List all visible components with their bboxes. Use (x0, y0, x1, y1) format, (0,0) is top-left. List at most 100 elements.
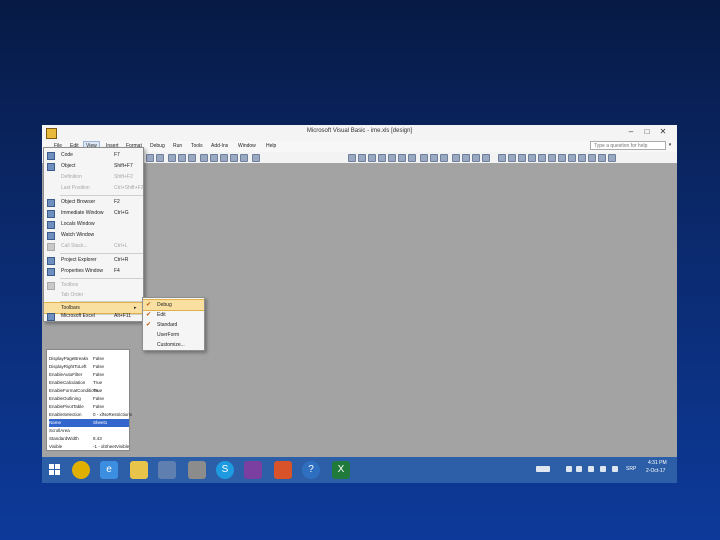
outdent-icon[interactable] (358, 154, 366, 162)
previous-bookmark-icon[interactable] (472, 154, 480, 162)
step-out-icon[interactable] (558, 154, 566, 162)
help-tb-icon[interactable] (252, 154, 260, 162)
menu-item-locals-window[interactable]: Locals Window (44, 219, 143, 229)
design-mode-icon[interactable] (200, 154, 208, 162)
property-row[interactable]: ScrollArea (49, 427, 129, 435)
menu-window[interactable]: Window (236, 142, 258, 151)
list-constants-icon[interactable] (378, 154, 386, 162)
property-row[interactable]: StandardWidth 8.43 (49, 435, 129, 443)
menu-item-tab-order[interactable]: Tab Order (44, 290, 143, 300)
close-icon[interactable]: ✕ (658, 127, 668, 137)
submenu-item-edit[interactable]: ✔ Edit (143, 310, 204, 320)
pause-icon[interactable] (178, 154, 186, 162)
parameter-info-icon[interactable] (398, 154, 406, 162)
menu-item-definition[interactable]: Definition Shift+F2 (44, 172, 143, 182)
menu-run[interactable]: Run (171, 142, 184, 151)
menu-debug[interactable]: Debug (148, 142, 167, 151)
immediate-tb-icon[interactable] (578, 154, 586, 162)
property-row[interactable]: DisplayRightToLeft False (49, 363, 129, 371)
object-browser-tb-icon[interactable] (230, 154, 238, 162)
menu-item-properties-window[interactable]: Properties Window F4 (44, 266, 143, 276)
menu-item-last-position[interactable]: Last Position Ctrl+Shift+F2 (44, 183, 143, 193)
debug-design-mode-icon[interactable] (498, 154, 506, 162)
locals-tb-icon[interactable] (568, 154, 576, 162)
undo-icon[interactable] (146, 154, 154, 162)
submenu-item-customize[interactable]: Customize... (143, 340, 204, 350)
menu-item-microsoft-excel[interactable]: Microsoft Excel Alt+F11 (44, 311, 143, 321)
property-row[interactable]: EnableFormatConditions True (49, 387, 129, 395)
clock-time[interactable]: 4:31 PM (648, 460, 667, 467)
windows-start-icon[interactable] (49, 464, 61, 476)
menu-item-object[interactable]: Object Shift+F7 (44, 161, 143, 171)
vba-editor-window: Microsoft Visual Basic - ime.xls [design… (42, 125, 677, 483)
property-row[interactable]: Visible -1 - xlSheetVisible (49, 443, 129, 451)
complete-word-icon[interactable] (408, 154, 416, 162)
volume-icon[interactable] (612, 466, 618, 472)
property-row[interactable]: EnableOutlining False (49, 395, 129, 403)
clock-date[interactable]: 2-Oct-17 (646, 468, 665, 475)
debug-run-icon[interactable] (508, 154, 516, 162)
menu-item-immediate-window[interactable]: Immediate Window Ctrl+G (44, 208, 143, 218)
redo-icon[interactable] (156, 154, 164, 162)
menu-item-toolbox[interactable]: Toolbox (44, 280, 143, 290)
next-bookmark-icon[interactable] (462, 154, 470, 162)
property-row[interactable]: EnableCalculation True (49, 379, 129, 387)
file-explorer-icon[interactable] (130, 461, 148, 479)
step-into-icon[interactable] (538, 154, 546, 162)
vb-icon[interactable] (158, 461, 176, 479)
property-row-selected[interactable]: Name Sheet1 (49, 419, 129, 427)
toolbox-tb-icon[interactable] (240, 154, 248, 162)
flag-icon[interactable] (566, 466, 572, 472)
calculator-icon[interactable] (188, 461, 206, 479)
step-over-icon[interactable] (548, 154, 556, 162)
skype-icon[interactable]: S (216, 461, 234, 479)
menu-item-project-explorer[interactable]: Project Explorer Ctrl+R (44, 255, 143, 265)
help-search-input[interactable]: Type a question for help (590, 141, 666, 150)
help-icon[interactable]: ? (302, 461, 320, 479)
submenu-item-userform[interactable]: UserForm (143, 330, 204, 340)
property-row[interactable]: EnablePivotTable False (49, 403, 129, 411)
submenu-item-standard[interactable]: ✔ Standard (143, 320, 204, 330)
save-icon[interactable] (244, 461, 262, 479)
menu-tools[interactable]: Tools (189, 142, 205, 151)
comment-block-icon[interactable] (430, 154, 438, 162)
stop-icon[interactable] (188, 154, 196, 162)
uncomment-block-icon[interactable] (440, 154, 448, 162)
ie-icon[interactable]: e (100, 461, 118, 479)
quick-watch-icon[interactable] (598, 154, 606, 162)
help-dropdown-icon[interactable]: ▾ (666, 141, 674, 150)
menu-item-object-browser[interactable]: Object Browser F2 (44, 197, 143, 207)
menu-add-ins[interactable]: Add-Ins (209, 142, 230, 151)
watch-tb-icon[interactable] (588, 154, 596, 162)
menu-help[interactable]: Help (264, 142, 278, 151)
run-icon[interactable] (168, 154, 176, 162)
list-properties-icon[interactable] (368, 154, 376, 162)
menu-separator (60, 278, 143, 279)
chat-icon[interactable] (576, 466, 582, 472)
property-row[interactable]: EnableAutoFilter False (49, 371, 129, 379)
language-indicator[interactable]: SRP (626, 466, 636, 473)
debug-break-icon[interactable] (518, 154, 526, 162)
maximize-icon[interactable]: □ (642, 127, 652, 137)
minimize-icon[interactable]: – (626, 127, 636, 137)
clear-bookmarks-icon[interactable] (482, 154, 490, 162)
battery-icon[interactable] (588, 466, 594, 472)
properties-tb-icon[interactable] (220, 154, 228, 162)
indent-icon[interactable] (348, 154, 356, 162)
project-explorer-tb-icon[interactable] (210, 154, 218, 162)
network-icon[interactable] (600, 466, 606, 472)
menu-item-watch-window[interactable]: Watch Window (44, 230, 143, 240)
chrome-icon[interactable] (72, 461, 90, 479)
property-row[interactable]: EnableSelection 0 - xlNoRestrictions (49, 411, 132, 419)
keyboard-icon[interactable] (536, 466, 550, 472)
quick-info-icon[interactable] (388, 154, 396, 162)
toggle-breakpoint-icon[interactable] (420, 154, 428, 162)
menu-item-call-stack[interactable]: Call Stack... Ctrl+L (44, 241, 143, 251)
excel-icon[interactable]: X (332, 461, 350, 479)
menu-item-code[interactable]: Code F7 (44, 150, 143, 160)
debug-reset-icon[interactable] (528, 154, 536, 162)
property-row[interactable]: DisplayPageBreaks False (49, 355, 129, 363)
powerpoint-icon[interactable] (274, 461, 292, 479)
call-stack-tb-icon[interactable] (608, 154, 616, 162)
toggle-bookmark-icon[interactable] (452, 154, 460, 162)
